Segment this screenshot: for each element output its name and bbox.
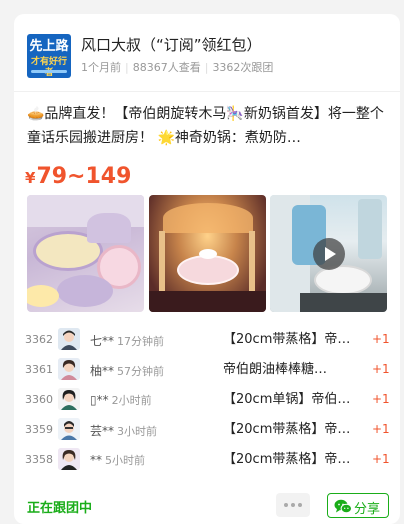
table-shape — [149, 291, 266, 312]
order-quantity: +1 — [372, 392, 390, 406]
post-description[interactable]: 🥧品牌直发！【帝伯朗旋转木马🎠新奶锅首发】将一整个童话乐园搬进厨房！ 🌟神奇奶锅… — [27, 102, 389, 154]
buyer-name: 芸** — [90, 424, 115, 438]
thumbnail-video[interactable] — [270, 195, 387, 312]
order-product: 【20cm带蒸格】帝… — [223, 422, 351, 437]
order-number: 3358 — [25, 453, 53, 466]
order-product: 帝伯朗油棒棒糖… — [223, 362, 328, 377]
order-number: 3360 — [25, 393, 53, 406]
buyer-info: 七** 17分钟前 — [90, 332, 164, 349]
buyer-info: ** 5小时前 — [90, 452, 145, 468]
carousel-pot-shape — [177, 255, 239, 285]
carousel-roof-shape — [163, 203, 253, 233]
buyer-avatar — [58, 448, 80, 470]
order-product: 【20cm带蒸格】帝… — [223, 332, 351, 347]
order-product: 【20cm带蒸格】帝… — [223, 452, 351, 467]
more-button[interactable] — [276, 493, 310, 517]
meta-divider: | — [204, 61, 209, 74]
header-divider — [14, 91, 400, 92]
more-dot — [291, 503, 295, 507]
follower-count: 3362次跟团 — [212, 61, 274, 74]
buyer-info: 芸** 3小时前 — [90, 422, 157, 439]
thumbnail-cookware-set[interactable] — [27, 195, 144, 312]
saucepan-shape — [57, 275, 113, 307]
stove-shape — [300, 293, 387, 312]
order-number: 3362 — [25, 333, 53, 346]
price-value: 79~149 — [36, 164, 132, 189]
buyer-info: ▯** 2小时前 — [90, 392, 152, 408]
order-row[interactable]: 3361 柚** 57分钟前 帝伯朗油棒棒糖… +1 — [14, 356, 400, 386]
buyer-avatar — [58, 328, 80, 350]
thumbnail-carousel-pot[interactable] — [149, 195, 266, 312]
order-time: 3小时前 — [117, 425, 158, 438]
post-header: 先上路 才有好行者 风口大叔（“订阅”领红包） 1个月前 | 88367人查看 | 33… — [27, 34, 387, 80]
buyer-avatar — [58, 358, 80, 380]
play-button[interactable] — [313, 238, 345, 270]
share-label: 分享 — [354, 502, 381, 517]
kettle-shape — [358, 199, 382, 259]
order-time: 17分钟前 — [117, 335, 165, 348]
buyer-name: 七** — [90, 334, 115, 348]
meta-divider: | — [125, 61, 129, 74]
order-number: 3359 — [25, 423, 53, 436]
author-avatar[interactable]: 先上路 才有好行者 — [27, 34, 71, 78]
pot-lid-shape — [87, 213, 131, 243]
buyer-avatar — [58, 418, 80, 440]
author-name[interactable]: 风口大叔（“订阅”领红包） — [81, 35, 262, 55]
order-time: 5小时前 — [105, 454, 145, 467]
avatar-text-sub: 才有好行者 — [30, 57, 67, 78]
order-row[interactable]: 3362 七** 17分钟前 【20cm带蒸格】帝… +1 — [14, 326, 400, 356]
avatar-text-main: 先上路 — [29, 39, 69, 54]
more-dot — [298, 503, 302, 507]
more-dot — [284, 503, 288, 507]
order-quantity: +1 — [372, 422, 390, 436]
buyer-info: 柚** 57分钟前 — [90, 362, 164, 379]
carousel-pole-shape — [249, 231, 255, 291]
avatar-underline — [31, 70, 67, 73]
order-time: 2小时前 — [111, 394, 152, 407]
milk-pot-shape — [314, 265, 372, 295]
order-quantity: +1 — [372, 362, 390, 376]
order-time: 57分钟前 — [117, 365, 165, 378]
buyer-avatar — [58, 388, 80, 410]
buyer-name: 柚** — [90, 364, 115, 378]
carousel-pole-shape — [159, 231, 165, 291]
order-row[interactable]: 3359 芸** 3小时前 【20cm带蒸格】帝… +1 — [14, 416, 400, 446]
pan-accent-shape — [27, 285, 59, 307]
group-status: 正在跟团中 — [27, 501, 93, 516]
order-row[interactable]: 3360 ▯** 2小时前 【20cm单锅】帝伯… +1 — [14, 386, 400, 416]
order-number: 3361 — [25, 363, 53, 376]
view-count: 88367人查看 — [132, 61, 201, 74]
buyer-name: ** — [90, 453, 102, 467]
group-buy-card: 先上路 才有好行者 风口大叔（“订阅”领红包） 1个月前 | 88367人查看 | 33… — [14, 14, 400, 524]
play-icon — [325, 247, 336, 261]
post-meta: 1个月前 | 88367人查看 | 3362次跟团 — [81, 60, 273, 76]
post-time: 1个月前 — [81, 61, 121, 74]
order-product: 【20cm单锅】帝伯… — [223, 392, 351, 407]
wechat-icon — [334, 499, 352, 514]
pot-knob-shape — [199, 249, 217, 259]
buyer-name: ▯** — [90, 393, 109, 407]
share-button[interactable]: 分享 — [327, 493, 389, 518]
order-row[interactable]: 3358 ** 5小时前 【20cm带蒸格】帝… +1 — [14, 446, 400, 476]
price-range: ¥79~149 — [25, 164, 131, 191]
order-quantity: +1 — [372, 332, 390, 346]
order-quantity: +1 — [372, 452, 390, 466]
price-currency: ¥ — [25, 169, 36, 187]
